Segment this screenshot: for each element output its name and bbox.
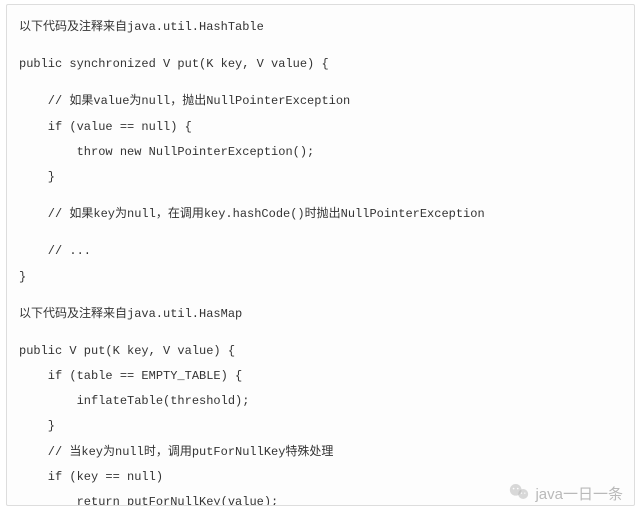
- code-line: return putForNullKey(value);: [19, 490, 622, 506]
- code-line: }: [19, 414, 622, 439]
- code-line: 以下代码及注释来自java.util.HasMap: [19, 302, 622, 327]
- code-line: // 如果value为null，抛出NullPointerException: [19, 89, 622, 114]
- code-line: if (key == null): [19, 465, 622, 490]
- code-line: 以下代码及注释来自java.util.HashTable: [19, 15, 622, 40]
- code-line: // 当key为null时，调用putForNullKey特殊处理: [19, 440, 622, 465]
- code-line: public V put(K key, V value) {: [19, 339, 622, 364]
- code-line: }: [19, 265, 622, 290]
- code-line: [19, 77, 622, 89]
- code-block: 以下代码及注释来自java.util.HashTable public synch…: [6, 4, 635, 506]
- code-line: [19, 227, 622, 239]
- code-line: inflateTable(threshold);: [19, 389, 622, 414]
- code-line: [19, 290, 622, 302]
- code-line: // 如果key为null，在调用key.hashCode()时抛出NullPo…: [19, 202, 622, 227]
- code-line: if (table == EMPTY_TABLE) {: [19, 364, 622, 389]
- code-line: public synchronized V put(K key, V value…: [19, 52, 622, 77]
- code-line: throw new NullPointerException();: [19, 140, 622, 165]
- code-line: if (value == null) {: [19, 115, 622, 140]
- code-line: }: [19, 165, 622, 190]
- code-line: [19, 190, 622, 202]
- code-line: // ...: [19, 239, 622, 264]
- code-line: [19, 327, 622, 339]
- code-line: [19, 40, 622, 52]
